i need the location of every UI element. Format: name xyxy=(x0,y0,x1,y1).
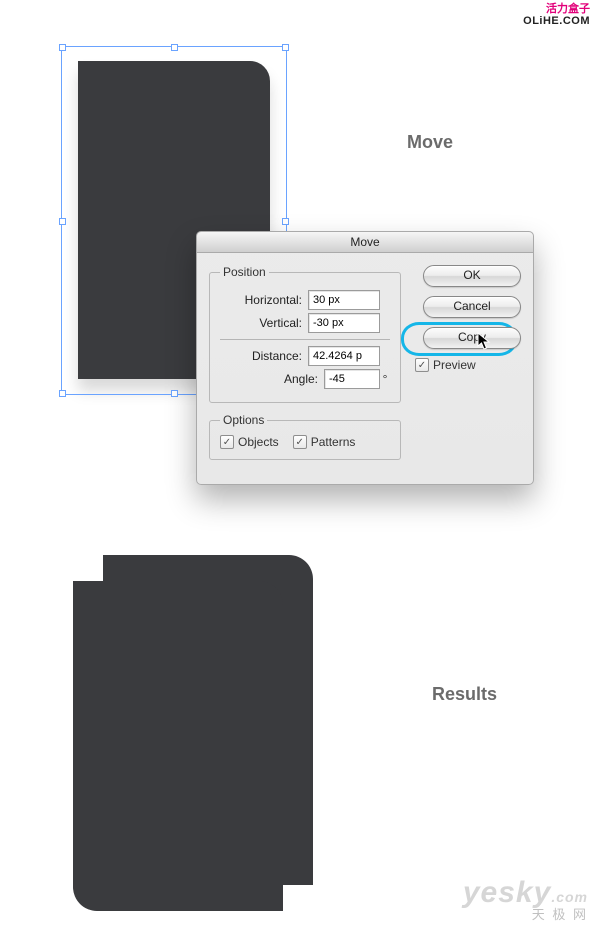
patterns-label: Patterns xyxy=(311,435,356,449)
result-shape-front xyxy=(73,581,283,911)
selection-handle[interactable] xyxy=(282,218,289,225)
objects-checkbox[interactable]: ✓ Objects xyxy=(220,435,279,449)
options-legend: Options xyxy=(220,413,267,427)
ok-button[interactable]: OK xyxy=(423,265,521,287)
watermark-line2: OLiHE.COM xyxy=(523,15,590,27)
cancel-button[interactable]: Cancel xyxy=(423,296,521,318)
divider xyxy=(220,339,390,340)
vertical-input[interactable] xyxy=(308,313,380,333)
watermark-line1: 活力盒子 xyxy=(523,3,590,15)
move-dialog: Move Position Horizontal: Vertical: Dist… xyxy=(196,231,534,485)
section-label-move: Move xyxy=(407,132,453,153)
selection-handle[interactable] xyxy=(171,390,178,397)
angle-input[interactable] xyxy=(324,369,380,389)
selection-handle[interactable] xyxy=(59,390,66,397)
distance-input[interactable] xyxy=(308,346,380,366)
checkbox-icon: ✓ xyxy=(415,358,429,372)
distance-label: Distance: xyxy=(220,349,302,363)
copy-button[interactable]: Copy xyxy=(423,327,521,349)
vertical-label: Vertical: xyxy=(220,316,302,330)
options-fieldset: Options ✓ Objects ✓ Patterns xyxy=(209,413,401,460)
source-watermark: 活力盒子 OLiHE.COM xyxy=(523,3,590,27)
position-fieldset: Position Horizontal: Vertical: Distance: xyxy=(209,265,401,403)
section-label-results: Results xyxy=(432,684,497,705)
dialog-titlebar[interactable]: Move xyxy=(197,232,533,253)
objects-label: Objects xyxy=(238,435,279,449)
degree-symbol: ° xyxy=(380,372,390,386)
checkbox-icon: ✓ xyxy=(293,435,307,449)
preview-checkbox[interactable]: ✓ Preview xyxy=(415,358,476,372)
angle-label: Angle: xyxy=(220,372,318,386)
selection-handle[interactable] xyxy=(59,218,66,225)
horizontal-label: Horizontal: xyxy=(220,293,302,307)
position-legend: Position xyxy=(220,265,269,279)
patterns-checkbox[interactable]: ✓ Patterns xyxy=(293,435,356,449)
selection-handle[interactable] xyxy=(59,44,66,51)
checkbox-icon: ✓ xyxy=(220,435,234,449)
horizontal-input[interactable] xyxy=(308,290,380,310)
preview-label: Preview xyxy=(433,358,476,372)
selection-handle[interactable] xyxy=(171,44,178,51)
yesky-watermark: yesky.com 天 极 网 xyxy=(463,876,588,923)
selection-handle[interactable] xyxy=(282,44,289,51)
